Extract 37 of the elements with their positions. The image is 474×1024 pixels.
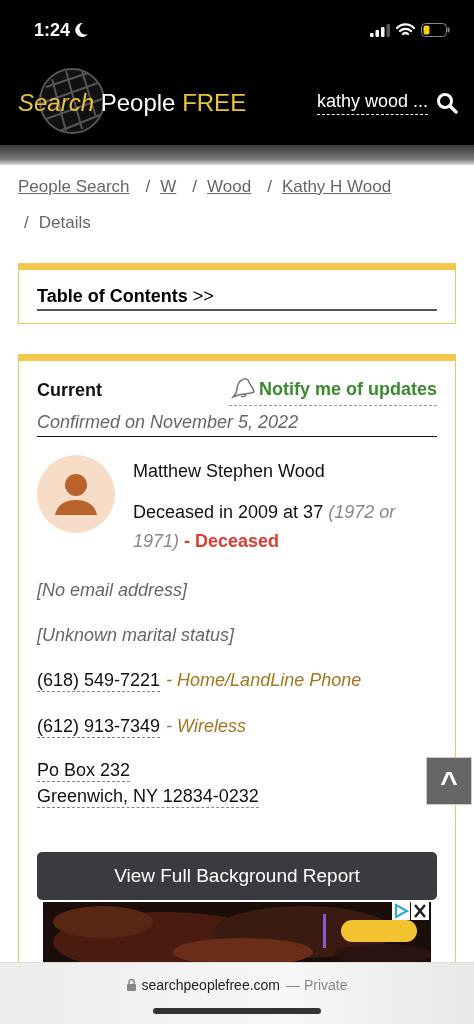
- section-title: Current: [37, 380, 102, 401]
- close-icon[interactable]: [411, 902, 429, 920]
- battery-icon: [421, 23, 450, 37]
- search-icon[interactable]: [436, 91, 458, 114]
- url-text[interactable]: searchpeoplefree.com: [141, 977, 281, 993]
- report-button[interactable]: View Full Background Report: [37, 852, 437, 900]
- address-line[interactable]: Po Box 232: [37, 760, 131, 782]
- address-line[interactable]: Greenwich, NY 12834-0232: [37, 786, 259, 808]
- phone-type: - Home/LandLine Phone: [166, 670, 362, 692]
- breadcrumb-separator: /: [192, 176, 198, 198]
- avatar-icon: [37, 455, 115, 533]
- death-info: Deceased in 2009 at 37 (1972 or 1971) - Deceased: [133, 501, 397, 553]
- breadcrumb-current: Details: [38, 212, 91, 234]
- private-label: — Private: [286, 977, 348, 993]
- signal-icon: [370, 23, 390, 37]
- lock-icon: [126, 979, 136, 991]
- breadcrumb-separator: /: [145, 176, 151, 198]
- breadcrumb-link[interactable]: Wood: [207, 175, 252, 199]
- search-field[interactable]: kathy wood ...: [316, 90, 428, 115]
- person-name: Matthew Stephen Wood: [133, 461, 326, 482]
- email-text: [No email address]: [37, 580, 189, 601]
- scroll-top-button[interactable]: ^: [426, 757, 472, 805]
- wifi-icon: [396, 23, 415, 37]
- site-logo[interactable]: Search People FREE: [18, 88, 247, 117]
- confirmed-date: Confirmed on November 5, 2022: [37, 406, 437, 437]
- breadcrumb-link[interactable]: Kathy H Wood: [281, 175, 392, 199]
- phone-number[interactable]: (612) 913-7349: [37, 716, 161, 738]
- phone-number[interactable]: (618) 549-7221: [37, 670, 161, 692]
- breadcrumb-link[interactable]: People Search: [18, 175, 130, 199]
- moon-icon: [73, 22, 90, 38]
- notify-link[interactable]: Notify me of updates: [229, 375, 437, 406]
- breadcrumb-link[interactable]: W: [160, 175, 177, 199]
- breadcrumb-separator: /: [267, 176, 272, 198]
- breadcrumb-separator: /: [24, 212, 29, 234]
- marital-status: [Unknown marital status]: [37, 625, 236, 646]
- clock-time: 1:24: [34, 19, 90, 41]
- phone-type: - Wireless: [166, 716, 246, 738]
